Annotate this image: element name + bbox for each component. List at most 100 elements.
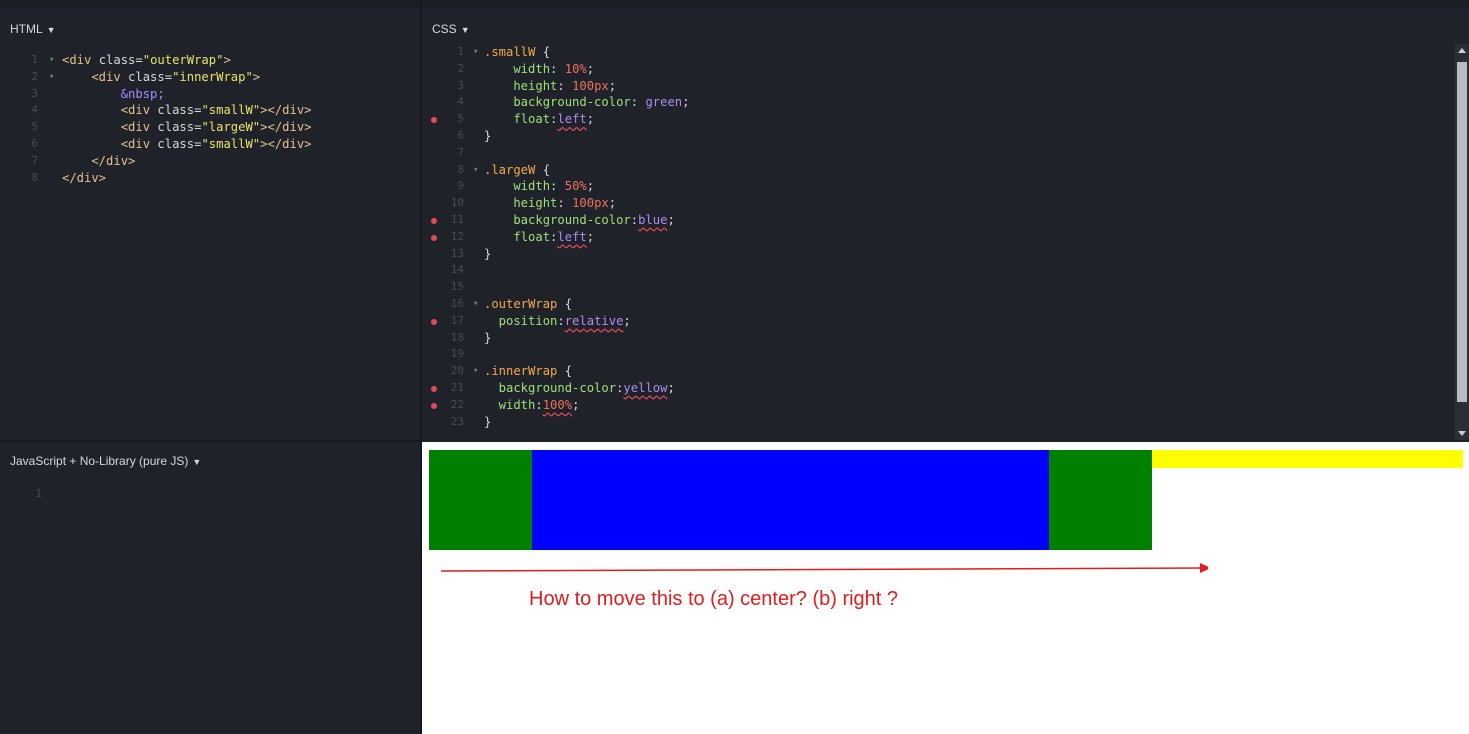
- code-token: </div>: [62, 170, 107, 185]
- code-token: :: [557, 196, 573, 211]
- code-line[interactable]: 10 height: 100px;: [422, 195, 1442, 212]
- code-text: background-color:yellow;: [484, 380, 675, 397]
- error-marker-icon[interactable]: [431, 385, 437, 392]
- code-text: position:relative;: [484, 313, 631, 330]
- html-code-editor[interactable]: 1 ▾ <div class="outerWrap"> 2 ▾ <div class="…: [0, 52, 410, 186]
- code-line[interactable]: 2 width: 10%;: [422, 61, 1442, 78]
- code-token: }: [484, 414, 492, 429]
- fold-toggle-icon[interactable]: ▾: [473, 162, 478, 179]
- code-token: .innerWrap: [484, 364, 558, 379]
- fold-toggle-icon[interactable]: ▾: [473, 363, 478, 380]
- code-token: ;: [572, 397, 580, 412]
- line-number: 6: [31, 136, 38, 150]
- dropdown-caret-icon: ▼: [192, 457, 202, 467]
- code-line[interactable]: 12 float:left;: [422, 229, 1442, 246]
- code-token: class=: [150, 136, 202, 151]
- line-number: 1: [35, 487, 42, 500]
- code-line[interactable]: 8 ▾ .largeW {: [422, 162, 1442, 179]
- code-token: <div: [62, 53, 92, 67]
- scrollbar-thumb[interactable]: [1457, 62, 1467, 402]
- scroll-down-arrow-icon[interactable]: [1458, 431, 1466, 436]
- code-line[interactable]: 23}: [422, 414, 1442, 431]
- code-line[interactable]: 20 ▾ .innerWrap {: [422, 363, 1442, 380]
- code-line[interactable]: 9 width: 50%;: [422, 178, 1442, 195]
- code-line[interactable]: 22 width:100%;: [422, 397, 1442, 414]
- code-line[interactable]: 5 float:left;: [422, 111, 1442, 128]
- code-text: </div>: [62, 153, 135, 170]
- code-line[interactable]: 8 </div>: [0, 170, 410, 187]
- fold-toggle-icon[interactable]: ▾: [49, 69, 54, 86]
- code-line[interactable]: 1: [0, 486, 410, 503]
- line-number: 15: [450, 280, 464, 294]
- code-line[interactable]: 14: [422, 262, 1442, 279]
- html-panel: HTML ▼ 1 ▾ <div class="outerWrap"> 2 ▾ <div c…: [0, 8, 420, 440]
- code-token: 100px: [572, 196, 609, 211]
- css-code-editor[interactable]: 1 ▾ .smallW {2 width: 10%; 3 height: 100px;…: [422, 44, 1442, 430]
- code-token: }: [484, 128, 492, 143]
- code-token: background-color: [484, 95, 631, 110]
- code-line[interactable]: 21 background-color:yellow;: [422, 380, 1442, 397]
- code-token: {: [557, 364, 573, 379]
- line-number: 1: [31, 53, 38, 66]
- line-number: 4: [457, 95, 464, 109]
- code-token: .smallW: [484, 45, 536, 59]
- code-line[interactable]: 7: [422, 145, 1442, 162]
- code-text: float:left;: [484, 229, 594, 246]
- code-line[interactable]: 3 height: 100px;: [422, 78, 1442, 95]
- code-token: width: [484, 179, 551, 194]
- code-line[interactable]: 18}: [422, 330, 1442, 347]
- fold-toggle-icon[interactable]: ▾: [473, 44, 478, 61]
- code-token: <div: [62, 103, 151, 118]
- code-token: ;: [586, 179, 595, 194]
- panel-divider-horizontal[interactable]: [0, 440, 421, 442]
- code-line[interactable]: 19: [422, 346, 1442, 363]
- fold-toggle-icon[interactable]: ▾: [473, 296, 478, 313]
- html-panel-title[interactable]: HTML ▼: [10, 22, 56, 36]
- css-editor-scrollbar[interactable]: [1455, 44, 1469, 440]
- line-number: 7: [457, 145, 464, 159]
- code-line[interactable]: 16 ▾ .outerWrap {: [422, 296, 1442, 313]
- line-number: 17: [450, 313, 464, 327]
- code-line[interactable]: 6 <div class="smallW"></div>: [0, 136, 410, 153]
- code-token: ;: [682, 95, 690, 110]
- code-token: yellow: [623, 380, 668, 395]
- code-line[interactable]: 5 <div class="largeW"></div>: [0, 119, 410, 136]
- code-token: "outerWrap": [142, 53, 224, 67]
- code-line[interactable]: 3 &nbsp;: [0, 86, 410, 103]
- line-number: 12: [450, 229, 464, 243]
- code-token: :: [557, 78, 573, 93]
- js-code-editor[interactable]: 1: [0, 486, 410, 503]
- code-line[interactable]: 4 <div class="smallW"></div>: [0, 102, 410, 119]
- line-number: 8: [31, 170, 38, 184]
- small-green-box-left: [429, 450, 532, 550]
- code-line[interactable]: 15: [422, 279, 1442, 296]
- fold-toggle-icon[interactable]: ▾: [49, 52, 54, 69]
- line-number: 18: [450, 330, 464, 344]
- line-number: 19: [450, 347, 464, 361]
- code-text: width: 10%;: [484, 61, 594, 78]
- code-line[interactable]: 13}: [422, 246, 1442, 263]
- error-marker-icon[interactable]: [431, 217, 437, 224]
- error-marker-icon[interactable]: [431, 117, 437, 124]
- css-panel-title[interactable]: CSS ▼: [432, 22, 470, 36]
- code-line[interactable]: 11 background-color:blue;: [422, 212, 1442, 229]
- scroll-up-arrow-icon[interactable]: [1458, 48, 1466, 53]
- code-line[interactable]: 6}: [422, 128, 1442, 145]
- error-marker-icon[interactable]: [431, 234, 437, 241]
- code-line[interactable]: 7 </div>: [0, 153, 410, 170]
- line-number: 23: [450, 414, 464, 428]
- annotation-arrow: [440, 563, 1208, 573]
- error-marker-icon[interactable]: [431, 402, 437, 409]
- result-panel: How to move this to (a) center? (b) righ…: [422, 442, 1469, 734]
- code-token: ;: [586, 112, 595, 127]
- js-panel-title[interactable]: JavaScript + No-Library (pure JS) ▼: [10, 454, 201, 468]
- code-line[interactable]: 2 ▾ <div class="innerWrap">: [0, 69, 410, 86]
- code-line[interactable]: 4 background-color: green;: [422, 94, 1442, 111]
- code-token: 100px: [572, 78, 609, 93]
- line-number: 3: [457, 78, 464, 92]
- line-number: 3: [31, 86, 38, 100]
- code-line[interactable]: 1 ▾ <div class="outerWrap">: [0, 52, 410, 69]
- error-marker-icon[interactable]: [431, 318, 437, 325]
- code-line[interactable]: 1 ▾ .smallW {: [422, 44, 1442, 61]
- code-line[interactable]: 17 position:relative;: [422, 313, 1442, 330]
